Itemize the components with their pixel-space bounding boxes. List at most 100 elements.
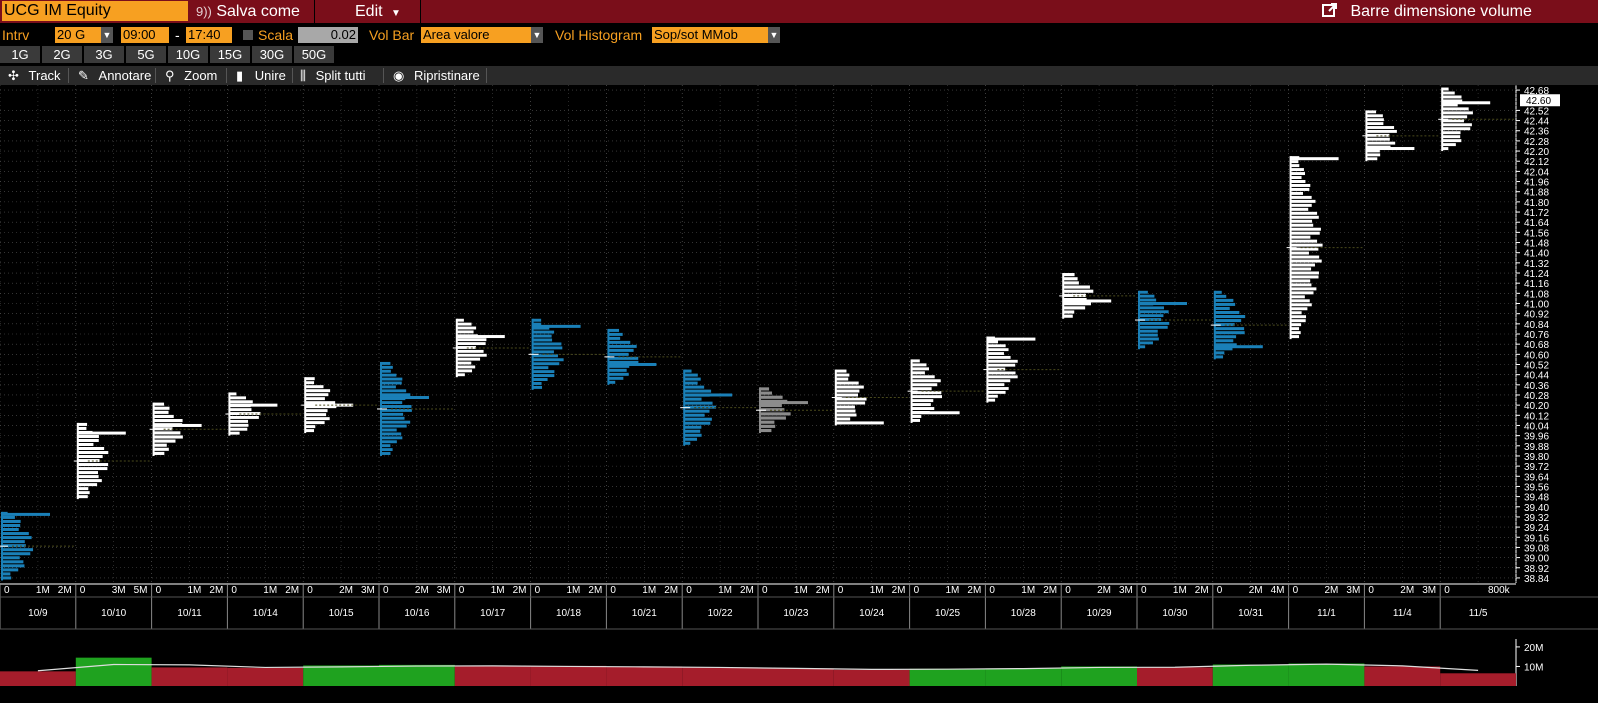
period-button[interactable]: 5G [126,46,166,63]
volume-bar [1137,667,1213,686]
day-profile-10-30 [1135,290,1211,350]
profile-bar [1442,115,1468,119]
chevron-down-icon[interactable]: ▼ [101,27,113,43]
x-scale-label: 1M [491,585,505,596]
profile-bar [2,572,11,576]
profile-bar [1366,137,1390,141]
merge-button[interactable]: ▮ Unire [236,66,286,85]
ticker-field[interactable]: UCG IM Equity [2,1,188,21]
profile-bar [987,371,1016,375]
profile-bar [1442,143,1456,147]
date-label: 10/30 [1162,608,1187,619]
profile-bar [1290,187,1310,191]
profile-bar [760,416,786,420]
profile-bar [1290,323,1302,327]
volume-bars-button[interactable]: Barre dimensione volume [1322,0,1532,23]
date-label: 10/18 [556,608,581,619]
time-from-field[interactable]: 09:00 [121,27,169,43]
split-all-label: Split tutti [315,68,366,83]
profile-bar [456,349,484,353]
x-scale-label: 3M [437,585,451,596]
x-scale-label: 0 [762,585,768,596]
profile-bar [835,393,858,397]
period-button[interactable]: 30G [252,46,292,63]
time-to-field[interactable]: 17:40 [186,27,232,43]
day-profile-10-14 [225,392,302,436]
poc-line [1139,302,1187,306]
volume-bar [833,669,910,686]
profile-bar [987,387,1009,390]
profile-bar [911,395,942,399]
volbar-select[interactable]: Area valore [421,27,531,43]
profile-bar [1214,302,1236,306]
profile-bar [1063,281,1079,285]
profile-bar [2,532,29,536]
x-scale-label: 2M [740,585,754,596]
x-scale-label: 2M [209,585,223,596]
profile-bar [381,432,402,436]
save-icon: 9)) [196,4,212,19]
x-scale-label: 5M [134,585,148,596]
volume-profile-chart[interactable]: 42.6842.5242.4442.3642.2842.2042.1242.04… [0,85,1598,703]
period-button[interactable]: 1G [0,46,40,63]
day-profile-10-25 [907,359,984,423]
period-button[interactable]: 3G [84,46,124,63]
chevron-down-icon[interactable]: ▼ [531,27,543,43]
intrv-select[interactable]: 20 G [55,27,101,43]
time-separator: - [175,27,180,43]
profile-bar [153,410,169,414]
profile-bar [2,540,25,544]
profile-bar [2,548,34,552]
profile-bar [1290,160,1299,164]
period-button[interactable]: 15G [210,46,250,63]
profile-bar [1063,306,1086,310]
profile-bar [1063,277,1078,281]
profile-bar [305,421,325,425]
x-scale-label: 0 [989,585,995,596]
split-all-button[interactable]: ⫼ Split tutti [300,66,365,85]
profile-bar [1290,271,1319,275]
profile-bar [153,451,165,455]
scala-checkbox[interactable] [243,30,253,40]
day-profile-11-1 [1286,156,1363,340]
x-scale-label: 1M [718,585,732,596]
profile-bar [1214,294,1227,298]
x-scale-label: 2M [892,585,906,596]
profile-bar [760,391,773,395]
x-scale-label: 2M [1325,585,1339,596]
profile-bar [987,398,996,402]
annotate-button[interactable]: ✎ Annotare [78,66,151,85]
save-as-button[interactable]: 9)) Salva come [196,0,300,23]
profile-bar [532,342,562,346]
volbar-label: Vol Bar [369,27,415,43]
chevron-down-icon: ▼ [391,8,401,19]
profile-bar [1290,315,1307,319]
scala-field[interactable]: 0.02 [298,27,358,43]
profile-bar [1290,207,1309,211]
profile-bar [608,352,629,356]
period-button[interactable]: 10G [168,46,208,63]
period-button[interactable]: 50G [294,46,334,63]
edit-button[interactable]: Edit ▼ [355,0,401,23]
volhist-select[interactable]: Sop/sot MMob [652,27,768,43]
profile-bar [456,361,472,365]
profile-bar [1442,111,1473,115]
zoom-button[interactable]: ⚲ Zoom [165,66,217,85]
profile-bar [229,415,259,419]
day-profile-10-17 [452,318,529,378]
profile-bar [532,358,564,362]
profile-bar [77,451,109,455]
profile-bar [608,332,623,336]
profile-bar [1290,195,1312,199]
profile-bar [1139,325,1168,329]
profile-bar [987,383,1005,387]
chevron-down-icon[interactable]: ▼ [768,27,780,43]
track-button[interactable]: ✣ Track [8,66,61,85]
profile-bar [1442,87,1449,91]
period-button[interactable]: 2G [42,46,82,63]
profile-bar [1139,290,1148,294]
profile-bar [1139,329,1158,333]
reset-button[interactable]: ◉ Ripristinare [393,66,480,85]
profile-bar [1290,263,1315,267]
x-scale-label: 2M [1195,585,1209,596]
